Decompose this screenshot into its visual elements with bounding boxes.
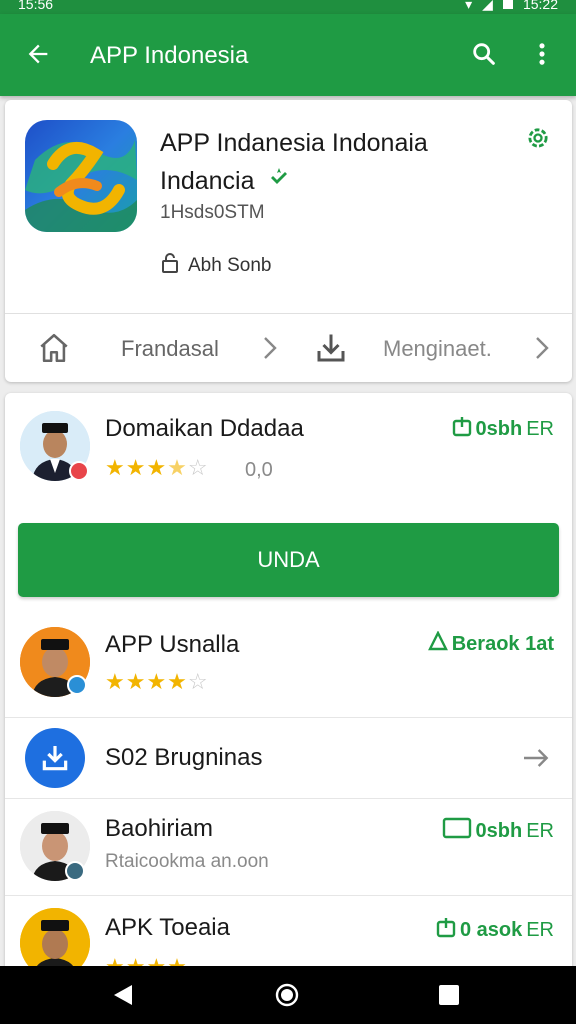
- action-label: 0sbh: [475, 819, 523, 842]
- action-label: 0 asok: [459, 918, 523, 941]
- list-item[interactable]: Baohiriam Rtaicookma an.oon 0sbh ER: [5, 799, 572, 896]
- system-nav-bar: [0, 966, 576, 1024]
- list-item-subtitle: Rtaicookma an.oon: [105, 851, 269, 872]
- action-install-button[interactable]: 0sbh ER: [452, 415, 554, 443]
- action-label: Beraok 1at: [451, 632, 554, 655]
- status-icons: ▾ ◢ 15:22: [465, 0, 558, 11]
- back-nav-icon[interactable]: [110, 982, 136, 1008]
- app-bar-title: APP Indonesia: [90, 42, 249, 69]
- rating-stars: ★★★★☆: [105, 669, 209, 694]
- app-meta-text: Abh Sonb: [188, 255, 272, 276]
- app-header-card: APP Indanesia Indonaia Indancia 1Hsds0ST…: [5, 100, 572, 382]
- breadcrumb-row: Frandasal Menginaet.: [5, 314, 572, 382]
- related-list-card: Domaikan Ddadaa ★★★★☆ 0,0 0sbh ER UNDA A…: [5, 393, 572, 983]
- search-icon[interactable]: [468, 38, 500, 70]
- app-size: 1Hsds0STM: [160, 202, 265, 223]
- back-arrow-icon[interactable]: [22, 38, 54, 70]
- breadcrumb-item-2[interactable]: Menginaet.: [383, 336, 492, 362]
- rating-value: 0,0: [245, 459, 273, 481]
- more-vert-icon[interactable]: [526, 38, 558, 70]
- triangle-icon: [427, 630, 448, 657]
- wifi-icon: ▾: [465, 0, 473, 12]
- status-time-left: 15:56: [18, 0, 54, 12]
- install-small-icon: [452, 415, 472, 443]
- chevron-right-icon[interactable]: [259, 334, 281, 367]
- lock-icon: [160, 252, 180, 280]
- action-label: 0sbh: [475, 417, 523, 440]
- recents-nav-icon[interactable]: [436, 982, 462, 1008]
- app-bar: APP Indonesia: [0, 14, 576, 96]
- list-item[interactable]: APP Usnalla ★★★★☆ Beraok 1at: [5, 613, 572, 718]
- list-item-name: Domaikan Ddadaa: [105, 415, 304, 442]
- status-time-right: 15:22: [522, 0, 558, 12]
- app-title: APP Indanesia Indonaia Indancia: [160, 124, 490, 201]
- list-item-name: S02 Brugninas: [105, 744, 263, 771]
- list-item-name: APK Toeaia: [105, 914, 230, 941]
- arrow-right-icon[interactable]: [520, 742, 552, 779]
- home-nav-icon[interactable]: [274, 982, 300, 1008]
- action-suffix: ER: [526, 417, 554, 440]
- app-logo-icon: [25, 120, 137, 232]
- action-install-button[interactable]: 0sbh ER: [442, 817, 554, 845]
- list-item[interactable]: Domaikan Ddadaa ★★★★☆ 0,0 0sbh ER UNDA: [5, 393, 572, 597]
- status-badge-icon: [67, 675, 87, 695]
- battery-icon: [502, 0, 513, 9]
- home-icon[interactable]: [37, 331, 71, 365]
- list-item-name: Baohiriam: [105, 815, 214, 842]
- signal-icon: ◢: [482, 0, 493, 12]
- app-meta: Abh Sonb: [160, 252, 271, 280]
- breadcrumb-item-1[interactable]: Frandasal: [121, 336, 219, 362]
- unda-button[interactable]: UNDA: [18, 523, 559, 597]
- list-item-name: APP Usnalla: [105, 631, 240, 658]
- verified-icon: [267, 163, 291, 201]
- action-install-button[interactable]: 0 asok ER: [436, 916, 554, 944]
- action-suffix: ER: [526, 918, 554, 941]
- install-icon[interactable]: [313, 330, 349, 366]
- action-open-button[interactable]: Beraok 1at: [427, 630, 554, 657]
- tablet-icon: [442, 817, 472, 845]
- status-bar: 15:56 ▾ ◢ 15:22: [0, 0, 576, 14]
- list-item[interactable]: S02 Brugninas: [5, 718, 572, 799]
- notification-badge-icon: [69, 461, 89, 481]
- app-title-text: APP Indanesia Indonaia Indancia: [160, 129, 428, 195]
- status-badge-icon: [65, 861, 85, 881]
- rating-stars: ★★★★☆: [105, 455, 209, 480]
- chevron-right-icon[interactable]: [531, 334, 553, 367]
- action-suffix: ER: [526, 819, 554, 842]
- install-small-icon: [436, 916, 456, 944]
- gear-icon[interactable]: [524, 124, 552, 152]
- download-icon: [25, 728, 85, 788]
